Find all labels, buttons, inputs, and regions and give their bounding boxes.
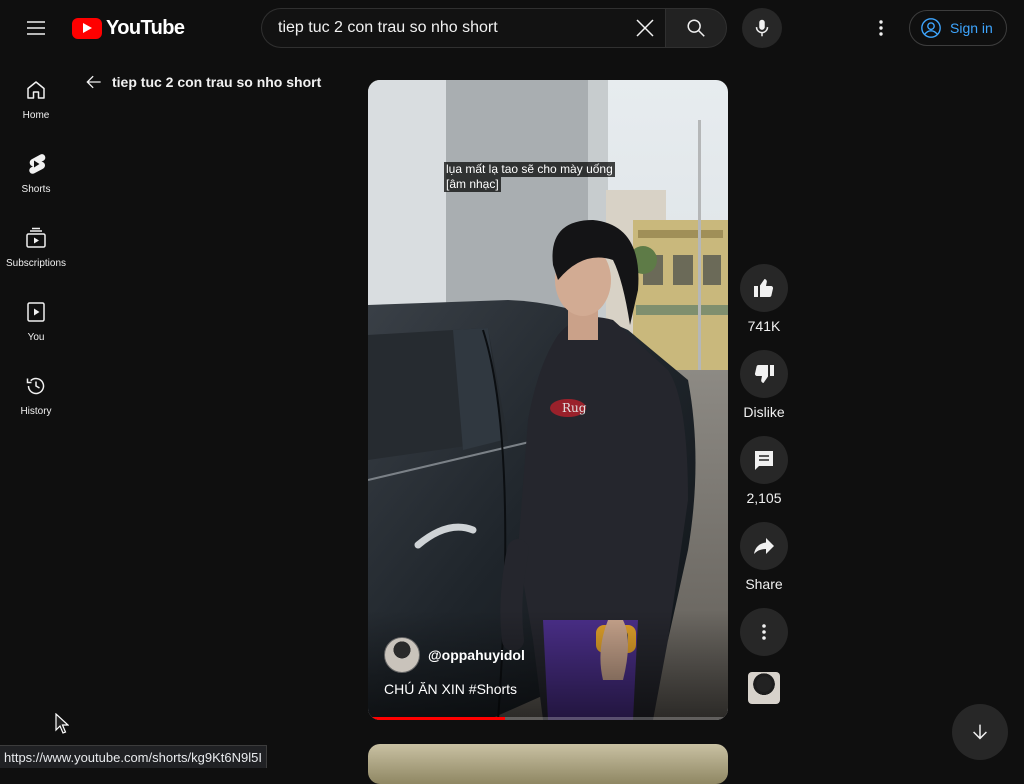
voice-search-button[interactable] xyxy=(742,8,782,48)
video-progress-bar[interactable] xyxy=(368,717,728,720)
channel-info[interactable]: @oppahuyidol xyxy=(384,637,525,673)
shorts-video-player[interactable]: Rug lụa mất lạ tao sẽ cho mày uống [âm n… xyxy=(368,80,728,720)
hamburger-menu-icon xyxy=(27,21,45,35)
subscriptions-icon xyxy=(26,227,46,248)
youtube-play-icon xyxy=(72,17,102,39)
comment-count: 2,105 xyxy=(746,490,782,506)
comment-icon xyxy=(755,451,773,470)
close-icon xyxy=(636,19,654,37)
clear-search-button[interactable] xyxy=(632,15,658,41)
search-button[interactable] xyxy=(665,8,727,48)
search-query-title: tiep tuc 2 con trau so nho short xyxy=(112,74,322,90)
search-box xyxy=(261,8,666,48)
svg-text:Rug: Rug xyxy=(562,401,587,415)
sign-in-button[interactable]: Sign in xyxy=(909,10,1007,46)
sidebar-item-label: History xyxy=(20,406,52,417)
like-count: 741K xyxy=(747,318,781,334)
sidebar-item-label: Shorts xyxy=(21,184,51,195)
share-label: Share xyxy=(745,576,783,592)
history-icon xyxy=(26,377,45,395)
masthead: YouTube Sign in xyxy=(0,0,1024,56)
video-caption: lụa mất lạ tao sẽ cho mày uống [âm nhạc] xyxy=(444,162,615,192)
settings-more-button[interactable] xyxy=(861,8,901,48)
more-action xyxy=(740,608,788,656)
back-to-search[interactable]: tiep tuc 2 con trau so nho short xyxy=(84,70,321,94)
like-action: 741K xyxy=(740,264,788,334)
more-options-button[interactable] xyxy=(740,608,788,656)
reel-action-bar: 741K Dislike 2,105 Share xyxy=(740,264,788,704)
youtube-logo[interactable]: YouTube xyxy=(72,16,185,39)
thumb-down-icon xyxy=(754,365,774,383)
search-input[interactable] xyxy=(262,19,622,37)
sidebar-item-history[interactable]: History xyxy=(0,352,72,426)
arrow-left-icon xyxy=(86,75,101,89)
logo-wordmark: YouTube xyxy=(106,16,185,39)
sidebar-item-subscriptions[interactable]: Subscriptions xyxy=(0,204,72,278)
like-button[interactable] xyxy=(740,264,788,312)
sign-in-label: Sign in xyxy=(950,20,993,36)
share-icon xyxy=(754,538,774,554)
mouse-cursor-icon xyxy=(55,713,69,734)
search-icon xyxy=(687,19,705,37)
thumb-up-icon xyxy=(754,279,774,297)
caption-line-2: [âm nhạc] xyxy=(444,177,501,192)
channel-name[interactable]: @oppahuyidol xyxy=(428,647,525,663)
shorts-icon xyxy=(29,154,46,174)
more-vertical-icon xyxy=(762,624,766,640)
comments-button[interactable] xyxy=(740,436,788,484)
video-title[interactable]: CHÚ ĂN XIN #Shorts xyxy=(384,681,517,697)
video-progress-fill xyxy=(368,717,505,720)
dislike-action: Dislike xyxy=(740,350,788,420)
sidebar-item-home[interactable]: Home xyxy=(0,56,72,130)
sidebar-item-label: Subscriptions xyxy=(5,258,67,269)
caption-line-1: lụa mất lạ tao sẽ cho mày uống xyxy=(444,162,615,177)
sound-pivot-avatar[interactable] xyxy=(748,672,780,704)
microphone-icon xyxy=(755,19,769,37)
next-video-button[interactable] xyxy=(952,704,1008,760)
status-bar-url: https://www.youtube.com/shorts/kg9Kt6N9l… xyxy=(0,745,267,768)
sidebar-item-label: You xyxy=(27,332,45,343)
sidebar-item-you[interactable]: You xyxy=(0,278,72,352)
home-icon xyxy=(27,81,45,99)
more-vertical-icon xyxy=(879,20,883,36)
sidebar-item-shorts[interactable]: Shorts xyxy=(0,130,72,204)
sidebar-item-label: Home xyxy=(22,110,50,121)
share-action: Share xyxy=(740,522,788,592)
guide-menu-button[interactable] xyxy=(16,8,56,48)
account-circle-icon xyxy=(921,18,941,38)
dislike-button[interactable] xyxy=(740,350,788,398)
dislike-label: Dislike xyxy=(743,404,785,420)
arrow-down-icon xyxy=(973,724,987,740)
channel-avatar[interactable] xyxy=(384,637,420,673)
mini-guide: Home Shorts Subscriptions You History xyxy=(0,56,72,426)
you-icon xyxy=(27,302,45,322)
next-short-preview[interactable] xyxy=(368,744,728,784)
comment-action: 2,105 xyxy=(740,436,788,506)
share-button[interactable] xyxy=(740,522,788,570)
